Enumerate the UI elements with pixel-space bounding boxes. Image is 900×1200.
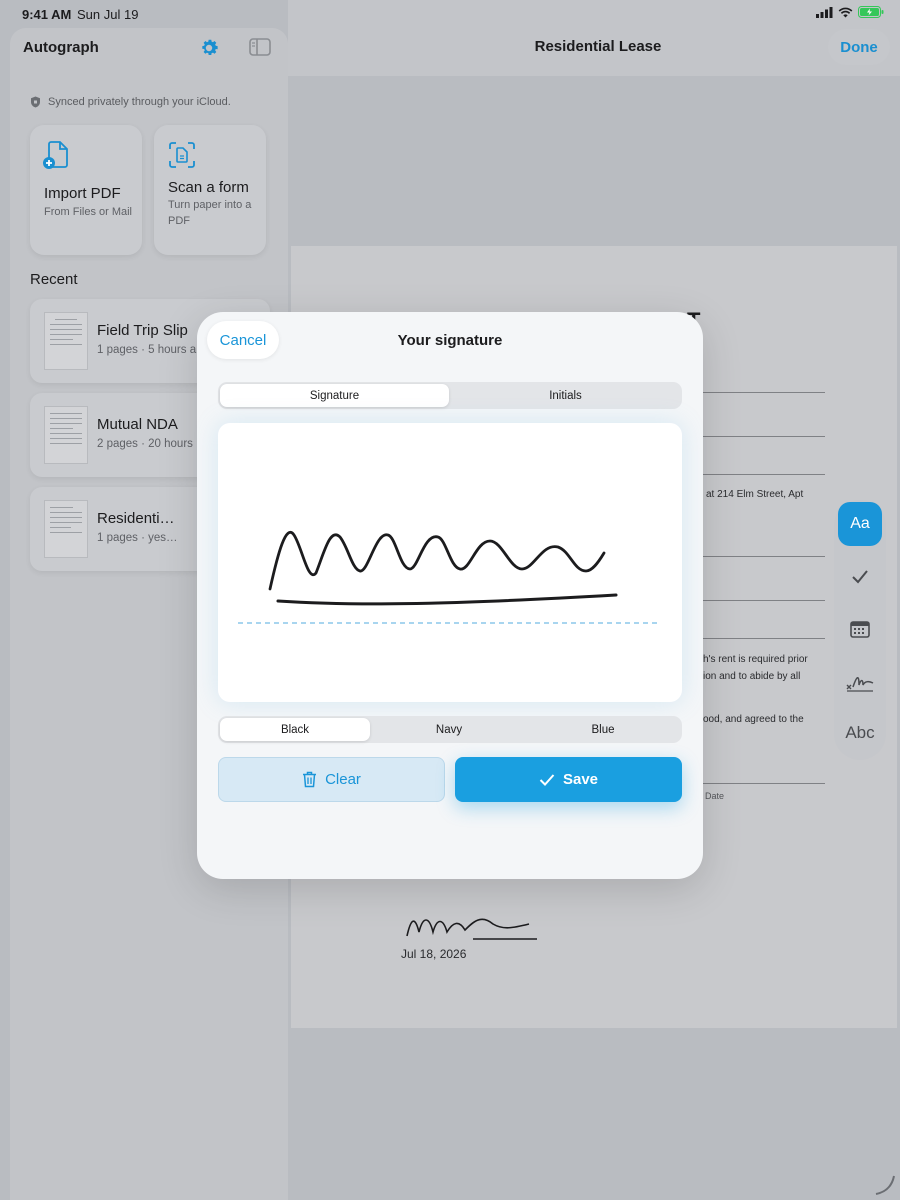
doc-name: Residenti… — [97, 510, 175, 527]
wifi-icon — [838, 7, 853, 17]
text-tool-button[interactable]: Aa — [838, 502, 882, 546]
import-pdf-subtitle: From Files or Mail — [44, 206, 133, 218]
import-pdf-title: Import PDF — [44, 185, 121, 202]
page-text-line: ion and to abide by all — [703, 671, 801, 682]
form-line — [689, 556, 825, 557]
checkmark-icon — [852, 570, 868, 584]
tab-initials[interactable]: Initials — [451, 384, 680, 407]
scan-form-title: Scan a form — [168, 179, 249, 196]
doc-thumbnail — [44, 312, 88, 370]
signature-tool-button[interactable] — [838, 662, 882, 702]
modal-title: Your signature — [397, 332, 503, 349]
checkmark-tool-button[interactable] — [838, 557, 882, 597]
signature-type-control: Signature Initials — [218, 382, 682, 409]
status-bar: 9:41 AM Sun Jul 19 — [0, 0, 900, 28]
doc-meta: 1 pages · yes… — [97, 532, 178, 544]
form-line — [689, 436, 825, 437]
status-date: Sun Jul 19 — [77, 7, 139, 22]
scan-form-card[interactable]: Scan a form Turn paper into a PDF — [154, 125, 266, 255]
doc-name: Field Trip Slip — [97, 322, 188, 339]
doc-thumbnail — [44, 500, 88, 558]
resize-handle-icon[interactable] — [874, 1174, 896, 1196]
color-option-black[interactable]: Black — [220, 718, 370, 741]
doc-meta: 2 pages · 20 hours — [97, 438, 193, 450]
signature-icon — [846, 677, 874, 692]
ink-color-control: Black Navy Blue — [218, 716, 682, 743]
page-text-line: h's rent is required prior — [703, 654, 808, 665]
form-line — [689, 474, 825, 475]
form-line — [689, 783, 825, 784]
status-icons — [816, 6, 884, 18]
scan-form-subtitle: Turn paper into a PDF — [168, 199, 252, 227]
signature-canvas[interactable] — [218, 423, 682, 702]
signed-date: Jul 18, 2026 — [401, 947, 467, 961]
recent-heading: Recent — [30, 271, 78, 288]
clear-button[interactable]: Clear — [218, 757, 445, 802]
date-tool-button[interactable] — [838, 609, 882, 649]
import-pdf-icon — [43, 141, 68, 169]
battery-icon — [858, 6, 884, 18]
trash-icon — [303, 771, 317, 788]
tab-signature[interactable]: Signature — [220, 384, 449, 407]
save-label: Save — [562, 771, 599, 788]
date-caption: Date — [705, 791, 725, 801]
done-button[interactable]: Done — [828, 29, 890, 65]
shield-icon — [31, 96, 40, 108]
signature-modal: Cancel Your signature Signature Initials… — [197, 312, 703, 879]
doc-thumbnail — [44, 406, 88, 464]
import-pdf-card[interactable]: Import PDF From Files or Mail — [30, 125, 142, 255]
doc-name: Mutual NDA — [97, 416, 178, 433]
sync-note-text: Synced privately through your iCloud. — [48, 96, 231, 108]
document-title: Residential Lease — [534, 38, 662, 55]
abc-tool-button[interactable]: Abc — [838, 713, 882, 753]
page-text-line: ood, and agreed to the — [703, 714, 804, 725]
status-time: 9:41 AM — [22, 7, 72, 22]
doc-meta: 1 pages · 5 hours a — [97, 344, 197, 356]
form-line — [689, 600, 825, 601]
scan-icon — [169, 142, 195, 168]
save-button[interactable]: Save — [455, 757, 682, 802]
sync-note: Synced privately through your iCloud. — [30, 96, 231, 108]
color-option-navy[interactable]: Navy — [374, 718, 524, 741]
form-line — [689, 638, 825, 639]
signature-drawing — [238, 531, 658, 624]
page-text-line: at 214 Elm Street, Apt — [706, 489, 804, 500]
color-option-blue[interactable]: Blue — [528, 718, 678, 741]
checkmark-icon — [539, 773, 555, 786]
form-line — [689, 392, 825, 393]
clear-label: Clear — [325, 771, 361, 788]
placed-signature[interactable] — [403, 906, 543, 942]
cellular-icon — [816, 6, 833, 18]
calendar-icon — [850, 621, 870, 638]
